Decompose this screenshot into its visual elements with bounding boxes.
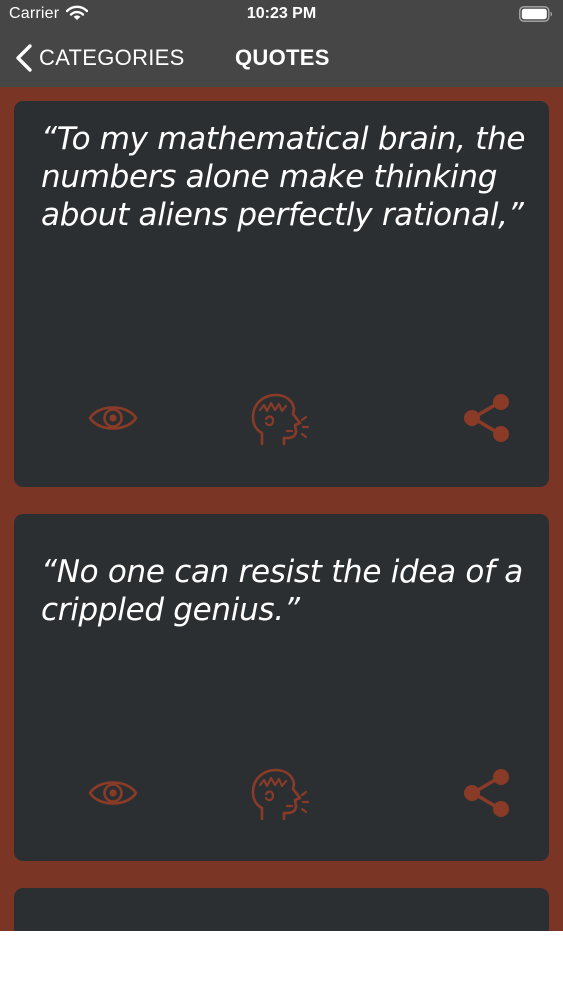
speaking-head-icon[interactable] <box>251 393 311 445</box>
battery-icon <box>519 6 552 22</box>
back-button[interactable]: CATEGORIES <box>14 42 185 74</box>
eye-icon[interactable] <box>88 778 138 808</box>
navigation-bar: CATEGORIES QUOTES <box>0 30 563 87</box>
status-bar: Carrier 10:23 PM <box>0 0 563 30</box>
share-icon[interactable] <box>462 767 512 819</box>
quote-card <box>14 888 549 931</box>
share-icon[interactable] <box>462 392 512 444</box>
quote-card: “No one can resist the idea of a cripple… <box>14 514 549 861</box>
eye-icon[interactable] <box>88 403 138 433</box>
quote-text: “To my mathematical brain, the numbers a… <box>41 121 526 233</box>
app-screen: Carrier 10:23 PM CATEGORIES QUOTES “To m… <box>0 0 563 931</box>
back-button-label: CATEGORIES <box>39 45 185 70</box>
top-bar: Carrier 10:23 PM CATEGORIES QUOTES <box>0 0 563 87</box>
status-time: 10:23 PM <box>246 5 317 22</box>
page-title: QUOTES <box>235 45 330 70</box>
chevron-left-icon <box>16 44 32 72</box>
speaking-head-icon[interactable] <box>251 768 311 820</box>
quote-card: “To my mathematical brain, the numbers a… <box>14 101 549 487</box>
quote-text: “No one can resist the idea of a cripple… <box>41 554 523 628</box>
